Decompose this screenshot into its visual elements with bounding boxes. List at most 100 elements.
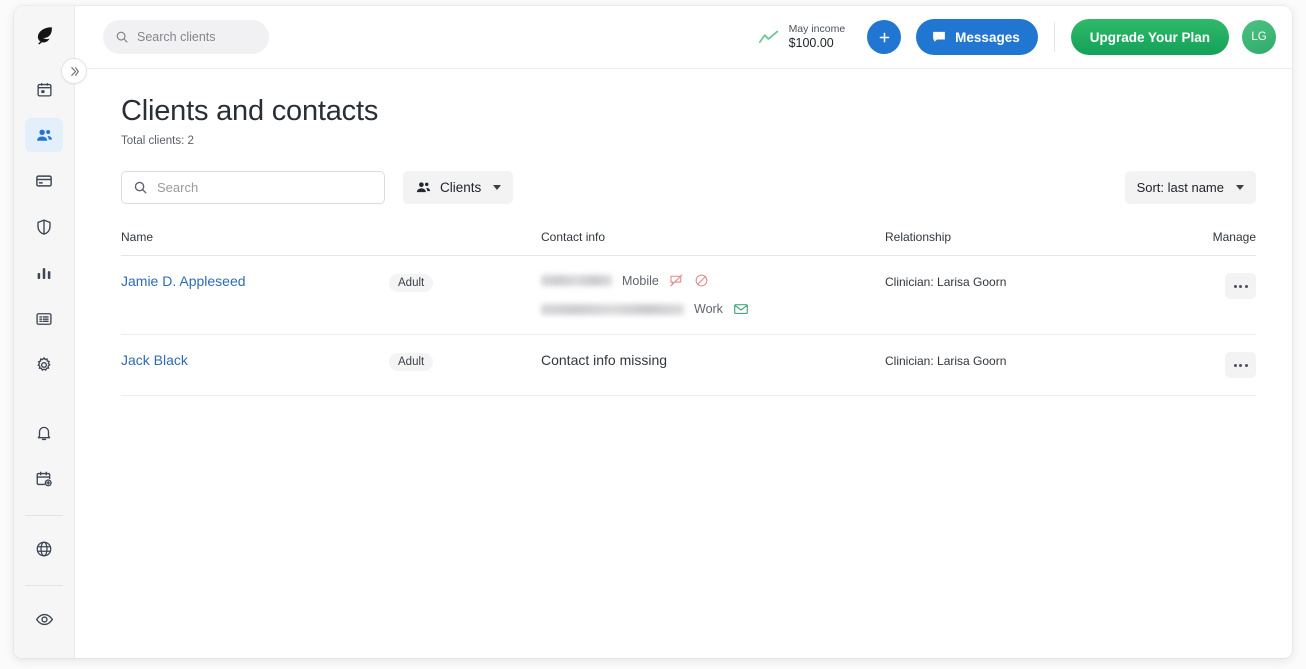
global-search-placeholder: Search clients: [137, 30, 216, 44]
sidebar-item-notes[interactable]: [25, 302, 63, 336]
plus-icon: [877, 30, 892, 45]
sidebar-divider-2: [25, 585, 63, 586]
messages-label: Messages: [955, 29, 1020, 45]
clients-filter-label: Clients: [440, 180, 482, 195]
cell-type: Adult: [389, 334, 541, 396]
sort-dropdown[interactable]: Sort: last name: [1124, 171, 1256, 204]
trend-line-icon: [758, 29, 780, 46]
cell-contact-info: Mobile Work: [541, 255, 885, 335]
sidebar-collapse-button[interactable]: [61, 58, 87, 84]
sidebar-item-billing[interactable]: [25, 164, 63, 198]
column-header-manage: Manage: [1186, 230, 1256, 256]
no-calls-icon[interactable]: [694, 273, 709, 288]
ellipsis-icon: [1233, 284, 1237, 288]
income-label: May income: [788, 22, 846, 35]
sort-label: Sort: last name: [1136, 180, 1224, 195]
chevron-down-icon: [1236, 185, 1244, 190]
avatar-initials: LG: [1251, 31, 1267, 43]
no-sms-icon[interactable]: [669, 273, 684, 288]
upgrade-plan-button[interactable]: Upgrade Your Plan: [1070, 19, 1229, 55]
contact-line-work-email: Work: [541, 301, 885, 317]
manage-menu-button[interactable]: [1225, 352, 1256, 378]
income-value: $100.00: [788, 35, 834, 50]
client-name-link[interactable]: Jack Black: [121, 352, 188, 368]
credit-card-icon: [35, 172, 53, 190]
avatar[interactable]: LG: [1242, 20, 1276, 54]
ellipsis-icon: [1239, 363, 1242, 367]
sidebar-quaternary-nav: [14, 596, 74, 642]
sidebar-item-calendar[interactable]: [25, 72, 63, 106]
sidebar-secondary-nav: [14, 410, 74, 502]
contact-label: Work: [694, 302, 723, 316]
bell-icon: [35, 424, 53, 442]
sidebar-item-clients[interactable]: [25, 118, 63, 152]
sidebar-item-insurance[interactable]: [25, 210, 63, 244]
main-column: Search clients May income $100.00 Messag…: [75, 6, 1292, 658]
chevron-down-icon: [493, 185, 502, 190]
cell-name: Jack Black: [121, 334, 389, 396]
sidebar-item-settings[interactable]: [25, 348, 63, 382]
add-button[interactable]: [867, 20, 902, 54]
cell-contact-info: Contact info missing: [541, 334, 885, 396]
table-row: Jamie D. Appleseed Adult Mobile Work Cli…: [121, 255, 1256, 335]
app-window: Search clients May income $100.00 Messag…: [14, 6, 1292, 658]
globe-icon: [35, 540, 53, 558]
sidebar-tertiary-nav: [14, 526, 74, 572]
sidebar-item-analytics[interactable]: [25, 256, 63, 290]
gear-icon: [35, 356, 53, 374]
clients-filter-dropdown[interactable]: Clients: [403, 171, 514, 204]
redacted-phone-number: [541, 275, 612, 286]
table-row: Jack Black Adult Contact info missing Cl…: [121, 334, 1256, 396]
bar-chart-icon: [35, 264, 53, 282]
sidebar-item-preview[interactable]: [25, 602, 63, 636]
leaf-logo-icon[interactable]: [27, 18, 61, 52]
messages-button[interactable]: Messages: [916, 19, 1038, 55]
people-icon: [415, 179, 432, 196]
cell-name: Jamie D. Appleseed: [121, 255, 389, 335]
search-icon: [133, 180, 148, 195]
column-header-name: Name: [121, 230, 389, 256]
table-header: Name Contact info Relationship Manage: [121, 230, 1256, 256]
ellipsis-icon: [1244, 284, 1248, 288]
client-type-badge: Adult: [389, 274, 434, 292]
ellipsis-icon: [1244, 363, 1248, 367]
list-icon: [35, 310, 53, 328]
client-name-link[interactable]: Jamie D. Appleseed: [121, 273, 246, 289]
page-title: Clients and contacts: [121, 95, 379, 127]
client-type-badge: Adult: [389, 353, 434, 371]
list-toolbar: Search Clients Sort: last name: [121, 171, 1256, 204]
upgrade-label: Upgrade Your Plan: [1089, 29, 1210, 45]
chat-bubble-icon: [931, 29, 947, 45]
clients-table: Name Contact info Relationship Manage Ja…: [121, 230, 1256, 396]
topbar-divider: [1053, 22, 1055, 52]
relationship-text: Clinician: Larisa Goorn: [885, 354, 1007, 368]
shield-icon: [35, 218, 53, 236]
sidebar-item-website[interactable]: [25, 532, 63, 566]
people-icon: [35, 126, 54, 145]
redacted-email-address: [541, 303, 684, 315]
sidebar-item-notifications[interactable]: [25, 416, 63, 450]
sidebar-item-scheduling[interactable]: [25, 462, 63, 496]
cell-relationship: Clinician: Larisa Goorn: [885, 255, 1186, 335]
eye-icon: [35, 610, 54, 629]
ellipsis-icon: [1239, 284, 1242, 288]
sidebar: [14, 6, 87, 658]
cell-manage: [1186, 334, 1256, 396]
column-header-contact-info: Contact info: [541, 230, 885, 256]
search-icon: [115, 30, 129, 44]
ellipsis-icon: [1233, 363, 1237, 367]
email-icon[interactable]: [733, 301, 749, 317]
cell-type: Adult: [389, 255, 541, 335]
search-input[interactable]: Search: [121, 171, 385, 204]
contact-line-mobile: Mobile: [541, 273, 885, 288]
column-header-type: [389, 230, 541, 256]
cell-manage: [1186, 255, 1256, 335]
search-placeholder: Search: [157, 180, 199, 195]
contact-info-missing-text: Contact info missing: [541, 352, 668, 368]
total-clients-count: Total clients: 2: [121, 135, 194, 147]
manage-menu-button[interactable]: [1225, 273, 1256, 299]
calendar-icon: [36, 81, 53, 98]
sidebar-primary-nav: [14, 66, 74, 388]
global-search-input[interactable]: Search clients: [103, 20, 269, 54]
income-summary: May income $100.00: [758, 22, 846, 52]
